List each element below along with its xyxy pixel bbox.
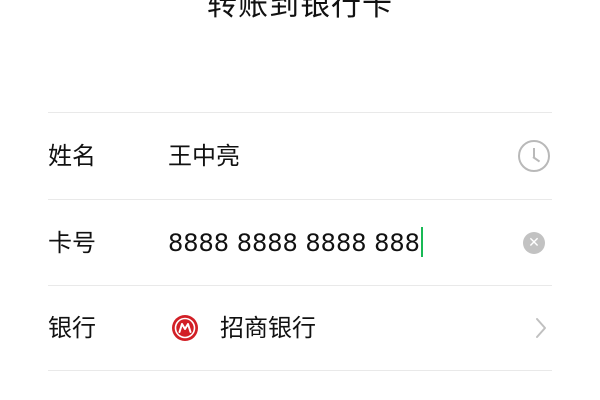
bank-row[interactable]: 银行 招商银行: [0, 285, 600, 371]
clear-icon[interactable]: ✕: [523, 232, 545, 254]
card-number-label: 卡号: [48, 229, 96, 257]
name-input[interactable]: 王中亮: [168, 113, 240, 199]
text-cursor: [420, 227, 423, 257]
chevron-right-icon[interactable]: [534, 316, 548, 340]
card-number-input[interactable]: 8888 8888 8888 888: [168, 200, 423, 286]
bank-label: 银行: [48, 314, 96, 342]
bank-logo: [172, 315, 198, 341]
divider: [48, 370, 552, 371]
clock-icon[interactable]: [518, 140, 550, 172]
card-number-text: 8888 8888 8888 888: [168, 229, 420, 257]
card-number-row[interactable]: 卡号 8888 8888 8888 888 ✕: [0, 200, 600, 286]
name-row[interactable]: 姓名 王中亮: [0, 113, 600, 199]
name-label: 姓名: [48, 142, 96, 170]
transfer-to-bank-card-page: 转账到银行卡 姓名 王中亮 卡号 8888 8888 8888 888 ✕ 银行…: [0, 0, 600, 400]
page-title: 转账到银行卡: [207, 0, 393, 23]
clock-hand-minute: [532, 156, 541, 163]
bank-name: 招商银行: [220, 314, 316, 342]
